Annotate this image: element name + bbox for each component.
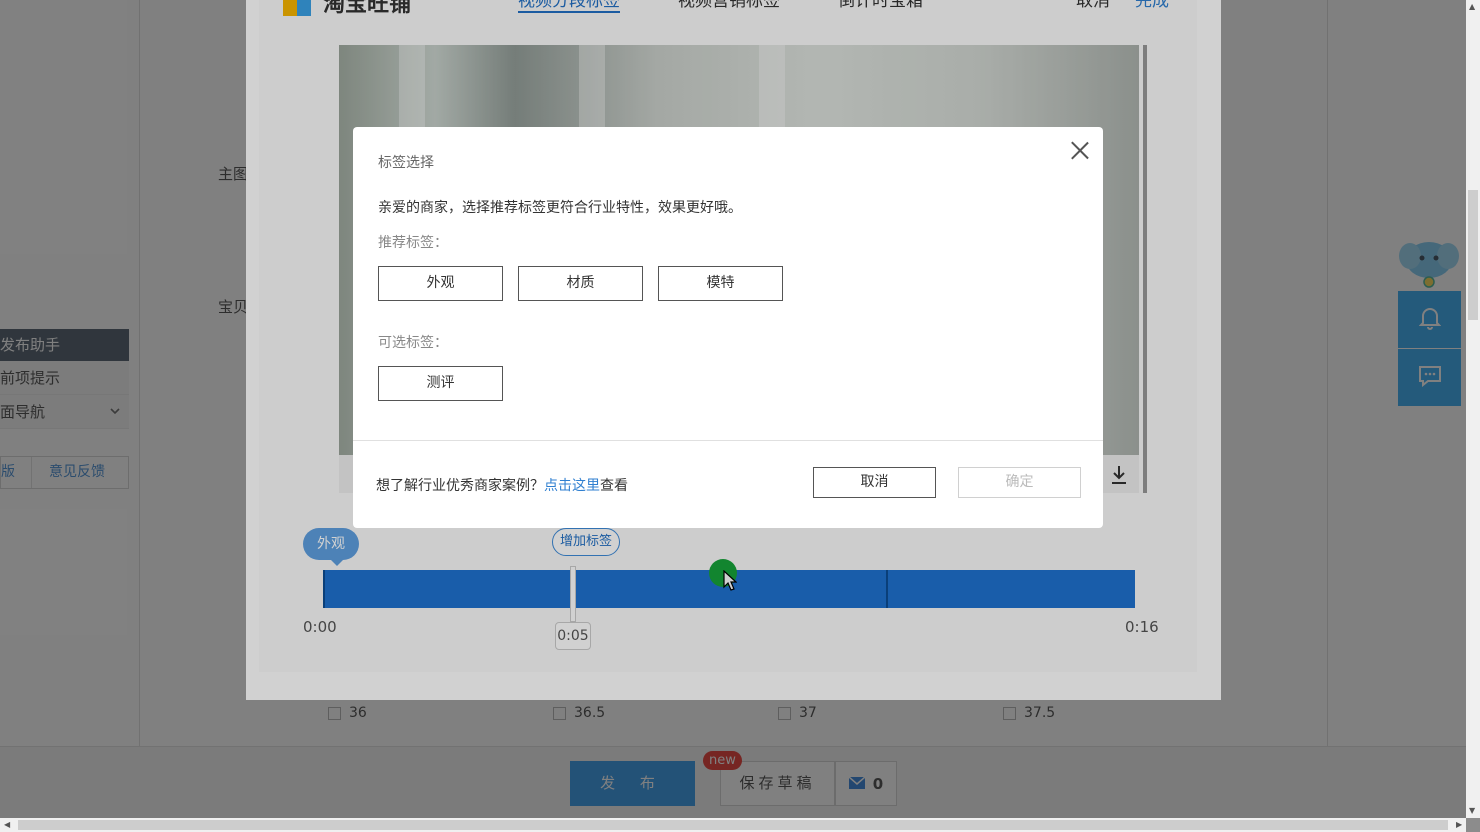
tag-option-appearance[interactable]: 外观 <box>378 266 503 301</box>
recommended-tags-label: 推荐标签： <box>378 235 448 251</box>
vertical-scrollbar[interactable]: ▲ ▼ <box>1466 0 1480 818</box>
scroll-right-icon[interactable]: ▶ <box>1456 820 1462 829</box>
dialog-divider <box>353 440 1103 441</box>
cancel-button[interactable]: 取消 <box>813 467 936 498</box>
tag-selection-dialog: 标签选择 亲爱的商家，选择推荐标签更符合行业特性，效果更好哦。 推荐标签： 外观… <box>353 127 1103 528</box>
tag-option-material[interactable]: 材质 <box>518 266 643 301</box>
footer-prefix: 想了解行业优秀商家案例？ <box>376 478 544 494</box>
close-icon[interactable] <box>1069 139 1091 161</box>
confirm-button[interactable]: 确定 <box>958 467 1081 498</box>
tag-option-model[interactable]: 模特 <box>658 266 783 301</box>
scroll-thumb[interactable] <box>18 820 1448 830</box>
horizontal-scrollbar[interactable]: ◀ ▶ <box>0 818 1466 832</box>
dialog-title: 标签选择 <box>378 155 434 171</box>
optional-tags-label: 可选标签： <box>378 335 448 351</box>
dialog-intro: 亲爱的商家，选择推荐标签更符合行业特性，效果更好哦。 <box>378 200 742 216</box>
scroll-down-icon[interactable]: ▼ <box>1469 806 1475 815</box>
footer-suffix: 查看 <box>600 478 628 494</box>
tag-option-review[interactable]: 测评 <box>378 366 503 401</box>
dialog-footer-text: 想了解行业优秀商家案例？点击这里查看 <box>376 475 628 495</box>
scroll-thumb[interactable] <box>1468 190 1478 320</box>
case-link[interactable]: 点击这里 <box>544 478 600 494</box>
scroll-left-icon[interactable]: ◀ <box>4 820 10 829</box>
scroll-up-icon[interactable]: ▲ <box>1469 2 1475 11</box>
